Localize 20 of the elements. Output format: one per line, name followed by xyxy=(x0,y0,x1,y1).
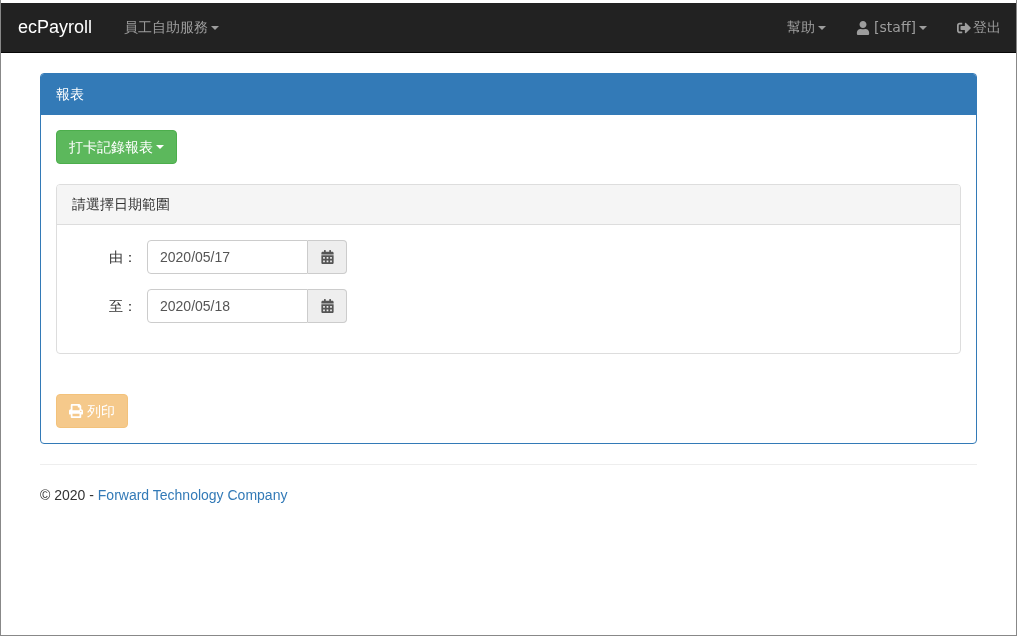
company-link[interactable]: Forward Technology Company xyxy=(97,487,288,503)
nav-link[interactable]: 幫助 xyxy=(772,2,842,53)
logout-icon xyxy=(957,20,971,35)
calendar-icon xyxy=(320,299,334,313)
panel-title: 報表 xyxy=(41,74,976,115)
nav-link[interactable]: [staff] xyxy=(841,2,942,53)
user-icon xyxy=(856,20,871,35)
calendar-icon xyxy=(320,250,334,264)
caret-icon xyxy=(818,25,827,30)
copyright-text: © 2020 - Forward Technology Company xyxy=(40,486,289,505)
print-icon xyxy=(69,404,83,418)
date-label: 由： xyxy=(108,247,138,267)
brand-logo[interactable]: ecPayroll xyxy=(1,14,110,41)
caret-icon xyxy=(211,25,220,30)
nav-link[interactable]: 員工自助服務 xyxy=(109,2,235,53)
date-range-title: 請選擇日期範圍 xyxy=(57,185,960,225)
nav-link[interactable]: 登出 xyxy=(942,2,1016,53)
caret-icon xyxy=(156,145,164,149)
caret-icon xyxy=(919,25,927,30)
date-label: 至： xyxy=(108,296,138,316)
